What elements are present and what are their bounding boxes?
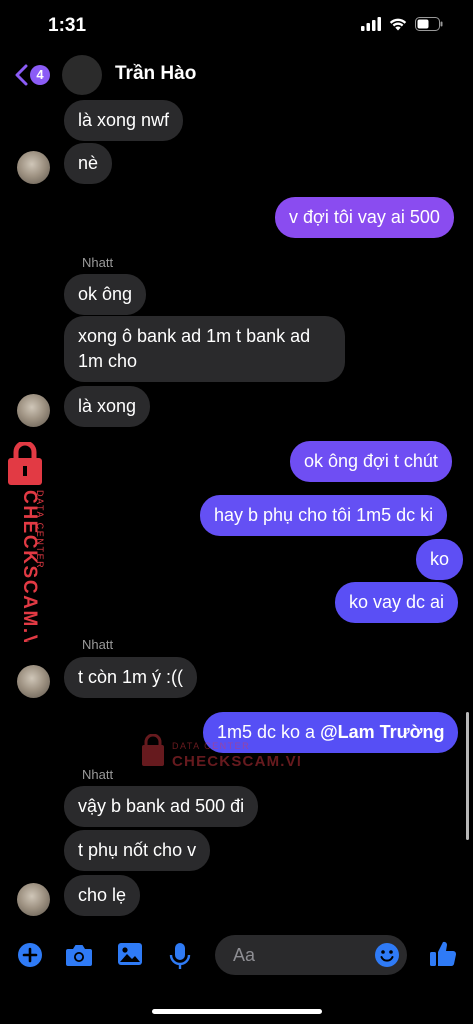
svg-text:DATA CENTER: DATA CENTER: [172, 741, 250, 751]
sender-avatar[interactable]: [17, 394, 50, 427]
unread-badge: 4: [30, 65, 50, 85]
conversation-header: 4 Trần Hào: [0, 50, 473, 100]
svg-text:CHECKSCAM.VN: CHECKSCAM.VN: [172, 753, 300, 770]
contact-name[interactable]: Trần Hào: [115, 63, 196, 85]
message-bubble-incoming[interactable]: vậy b bank ad 500 đi: [64, 786, 259, 827]
message-bubble-outgoing[interactable]: ok ông đợi t chút: [290, 441, 452, 482]
message-bubble-incoming[interactable]: là xong nwf: [64, 100, 184, 141]
home-indicator: [152, 1009, 322, 1014]
status-time: 1:31: [48, 15, 87, 36]
sender-name: Nhatt: [82, 767, 114, 782]
message-bubble-incoming[interactable]: xong ô bank ad 1m t bank ad 1m cho: [64, 316, 345, 382]
plus-icon[interactable]: [17, 942, 43, 968]
sender-avatar[interactable]: [17, 151, 50, 184]
sender-avatar[interactable]: [17, 665, 50, 698]
message-bubble-outgoing[interactable]: ko: [416, 539, 464, 580]
message-bubble-incoming[interactable]: nè: [64, 143, 113, 184]
message-bubble-incoming[interactable]: là xong: [64, 386, 151, 427]
message-line: 1m cho: [78, 351, 138, 371]
status-bar: 1:31: [0, 0, 473, 50]
composer-bar: Aa: [0, 925, 473, 985]
message-bubble-incoming[interactable]: t phụ nốt cho v: [64, 830, 211, 871]
battery-icon: [415, 17, 443, 31]
microphone-icon[interactable]: [169, 942, 191, 970]
message-bubble-outgoing[interactable]: v đợi tôi vay ai 500: [275, 197, 454, 238]
sender-avatar[interactable]: [17, 883, 50, 916]
emoji-icon[interactable]: [374, 942, 400, 968]
signal-icon: [361, 17, 381, 31]
message-input-placeholder: Aa: [233, 945, 256, 965]
watermark-logo: CHECKSCAM.VN DATA CENTER: [8, 442, 45, 642]
contact-avatar[interactable]: [62, 55, 102, 95]
scrollbar[interactable]: [466, 712, 469, 840]
photo-gallery-icon[interactable]: [117, 942, 143, 966]
message-bubble-incoming[interactable]: cho lẹ: [64, 875, 141, 916]
message-bubble-incoming[interactable]: t còn 1m ý :((: [64, 657, 198, 698]
mention-link[interactable]: @Lam Trường: [320, 722, 444, 742]
svg-text:DATA CENTER: DATA CENTER: [35, 490, 45, 569]
status-icons: [361, 17, 443, 31]
message-bubble-outgoing[interactable]: ko vay dc ai: [335, 582, 459, 623]
message-bubble-outgoing[interactable]: hay b phụ cho tôi 1m5 dc ki: [200, 495, 448, 536]
watermark-logo: DATA CENTER CHECKSCAM.VN: [142, 734, 300, 770]
thumbs-up-icon[interactable]: [429, 940, 457, 968]
sender-name: Nhatt: [82, 637, 114, 652]
back-chevron-icon[interactable]: [14, 64, 28, 86]
wifi-icon: [389, 18, 407, 31]
message-bubble-incoming[interactable]: ok ông: [64, 274, 147, 315]
sender-name: Nhatt: [82, 255, 114, 270]
message-input[interactable]: Aa: [215, 935, 407, 975]
camera-icon[interactable]: [65, 942, 93, 968]
message-line: xong ô bank ad 1m t bank ad: [78, 326, 311, 346]
